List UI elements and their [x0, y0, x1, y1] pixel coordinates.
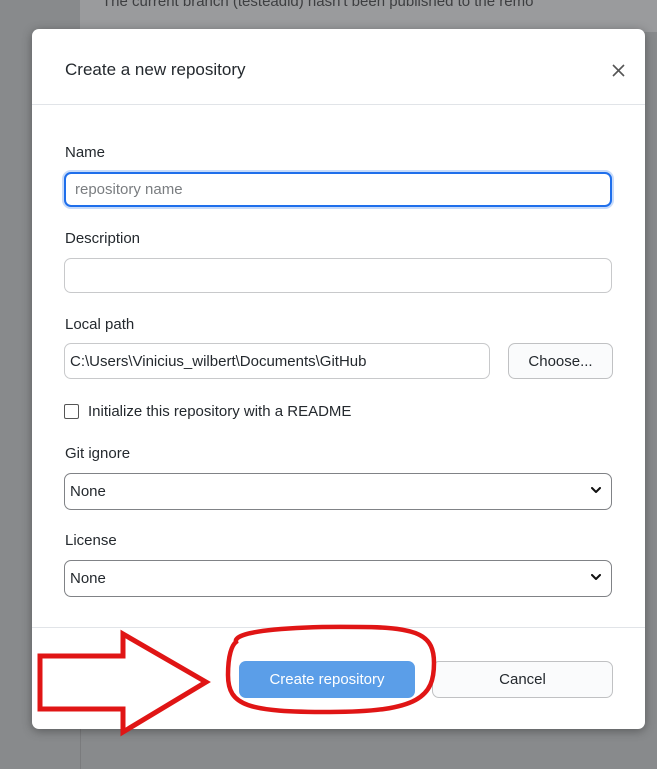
create-repository-button[interactable]: Create repository — [239, 661, 415, 698]
repository-name-input[interactable] — [64, 172, 612, 207]
git-ignore-label: Git ignore — [65, 445, 131, 462]
close-icon — [611, 63, 625, 77]
license-label: License — [65, 532, 117, 549]
dialog-header: Create a new repository — [32, 29, 645, 105]
dialog-title: Create a new repository — [65, 60, 246, 79]
background-notice: The current branch (testeadld) hasn't be… — [80, 0, 657, 32]
local-path-label: Local path — [65, 316, 135, 333]
background-notice-text: The current branch (testeadld) hasn't be… — [102, 0, 534, 10]
git-ignore-select[interactable]: None — [64, 473, 612, 510]
description-input[interactable] — [64, 258, 612, 293]
description-label: Description — [65, 230, 141, 247]
local-path-input[interactable] — [64, 343, 490, 379]
dialog-footer-divider — [32, 627, 645, 628]
choose-button[interactable]: Choose... — [508, 343, 613, 379]
chevron-down-icon — [591, 574, 601, 580]
readme-checkbox-row[interactable]: Initialize this repository with a README — [64, 401, 351, 421]
chevron-down-icon — [591, 487, 601, 493]
close-button[interactable] — [603, 55, 633, 85]
license-select[interactable]: None — [64, 560, 612, 597]
cancel-button[interactable]: Cancel — [432, 661, 613, 698]
create-repository-dialog: Create a new repository Name Description… — [32, 29, 645, 729]
name-label: Name — [65, 144, 106, 161]
readme-checkbox[interactable] — [64, 403, 79, 419]
license-value: None — [70, 570, 106, 587]
git-ignore-value: None — [70, 483, 106, 500]
readme-checkbox-label: Initialize this repository with a README — [88, 402, 352, 420]
